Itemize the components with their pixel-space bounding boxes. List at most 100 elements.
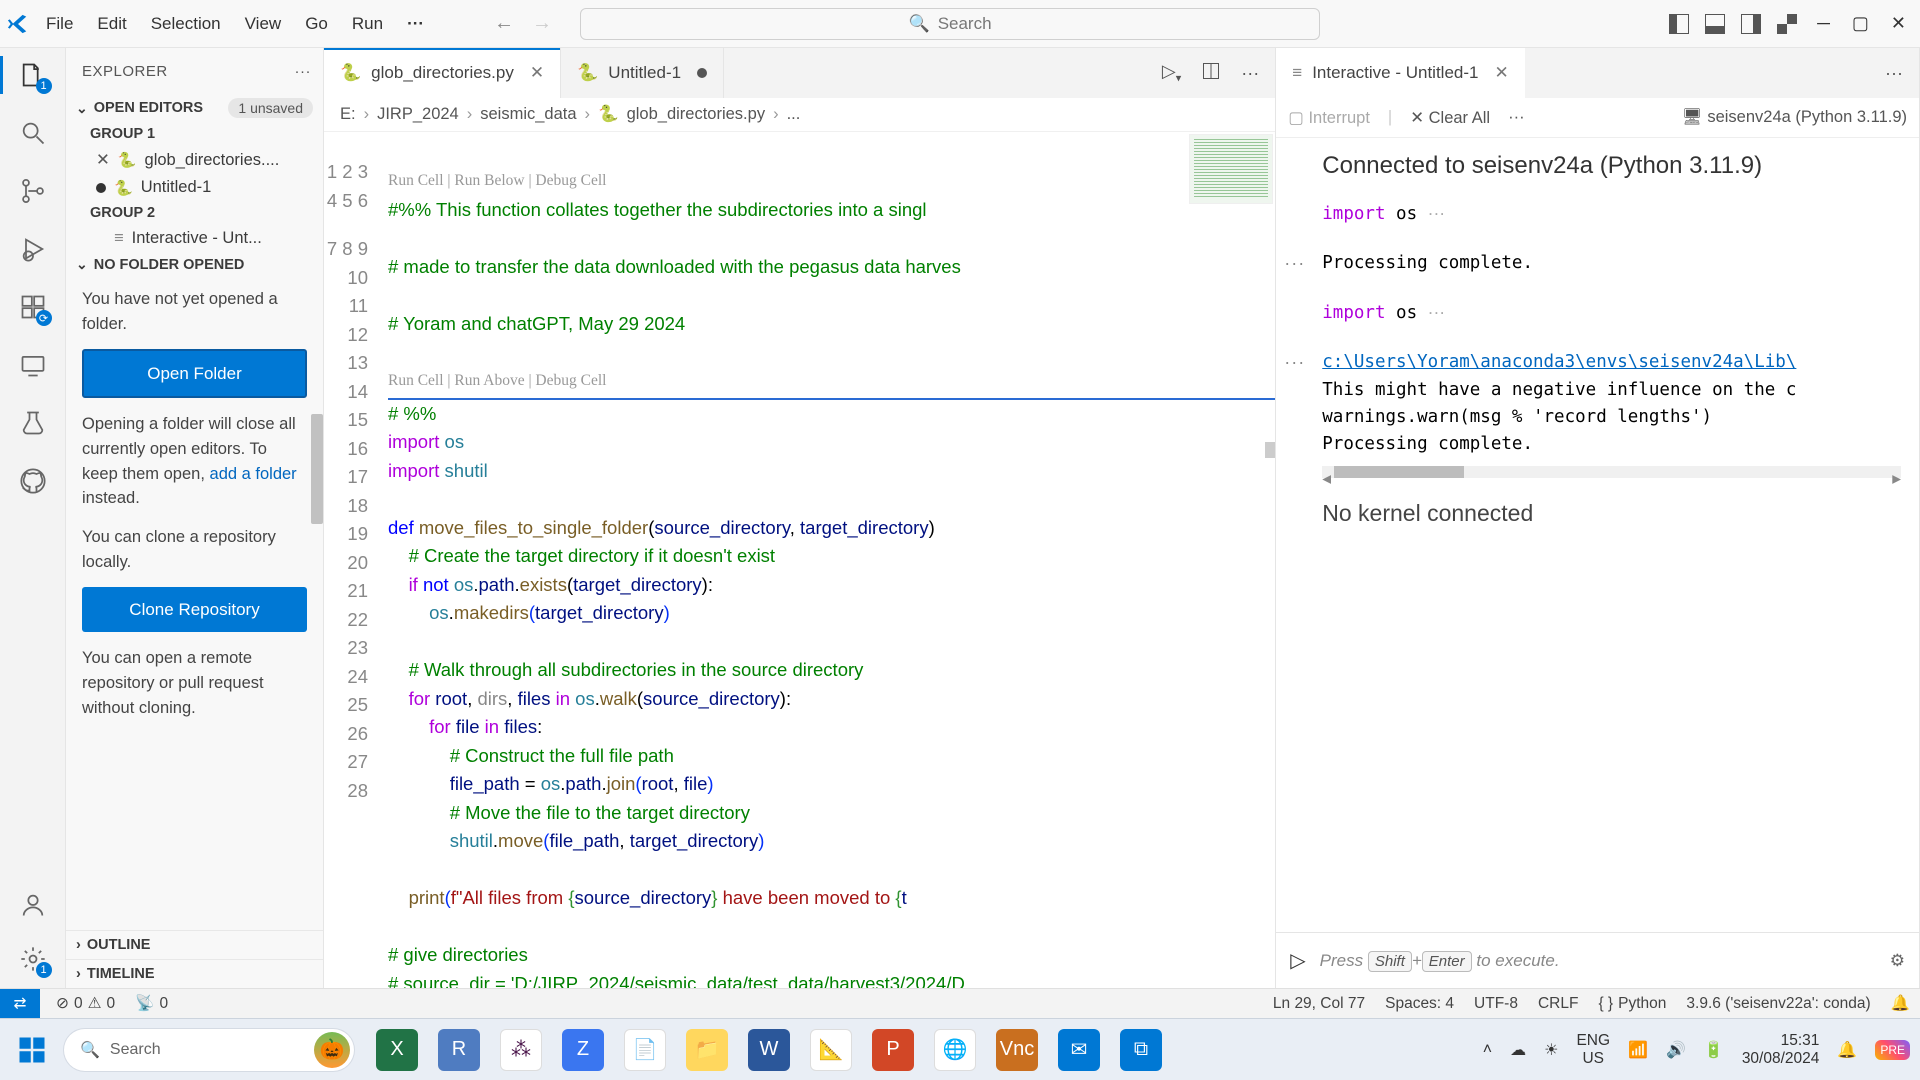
taskbar-search[interactable]: 🔍 Search 🎃 [64,1029,354,1071]
status-cursor-pos[interactable]: Ln 29, Col 77 [1263,995,1375,1013]
toggle-primary-sidebar-icon[interactable] [1669,14,1689,34]
open-editor-glob-directories[interactable]: ✕ 🐍 glob_directories.... [66,146,323,174]
taskbar-rstudio-icon[interactable]: R [438,1029,480,1071]
open-editor-untitled-1[interactable]: 🐍 Untitled-1 [66,174,323,201]
status-interpreter[interactable]: 3.9.6 ('seisenv22a': conda) [1676,995,1880,1013]
warning-path-link[interactable]: c:\Users\Yoram\anaconda3\envs\seisenv24a… [1322,352,1796,372]
activity-settings-icon[interactable]: 1 [18,944,48,974]
menu-view[interactable]: View [235,10,292,38]
sidebar-scrollbar[interactable] [311,414,323,524]
tray-clock[interactable]: 15:3130/08/2024 [1742,1032,1820,1068]
outline-section[interactable]: ›OUTLINE [66,930,323,959]
scroll-right-icon[interactable]: ▸ [1892,465,1901,492]
taskbar-powerpoint-icon[interactable]: P [872,1029,914,1071]
codelens-cell-1[interactable]: Run Cell | Run Below | Debug Cell [388,167,1275,196]
start-button[interactable] [10,1028,54,1072]
code-editor[interactable]: 1 2 3 4 5 6 7 8 9 10 11 12 13 14 15 16 1… [324,132,1275,988]
close-icon[interactable]: ✕ [96,150,110,170]
menu-go[interactable]: Go [295,10,338,38]
tab-untitled-1[interactable]: 🐍 Untitled-1 [561,48,724,98]
activity-scm-icon[interactable] [18,176,48,206]
clear-all-button[interactable]: ✕ Clear All [1410,108,1490,128]
command-center-search[interactable]: 🔍 Search [580,8,1320,40]
expand-icon[interactable]: ··· [1284,349,1305,377]
add-folder-link[interactable]: add a folder [210,465,297,483]
activity-extensions-icon[interactable]: ⟳ [18,292,48,322]
interactive-output[interactable]: Connected to seisenv24a (Python 3.11.9) … [1276,138,1919,932]
toolbar-more-icon[interactable]: ··· [1508,108,1524,127]
tray-weather-icon[interactable]: ☀ [1544,1040,1558,1060]
activity-run-debug-icon[interactable] [18,234,48,264]
tray-copilot-icon[interactable]: PRE [1875,1040,1910,1060]
taskbar-excel-icon[interactable]: X [376,1029,418,1071]
activity-testing-icon[interactable] [18,408,48,438]
activity-explorer-icon[interactable]: 1 [18,60,48,90]
tray-wifi-icon[interactable]: 📶 [1628,1040,1648,1060]
close-tab-icon[interactable]: ✕ [1494,63,1508,83]
breadcrumb-item[interactable]: seismic_data [480,105,576,124]
taskbar-outlook-icon[interactable]: ✉ [1058,1029,1100,1071]
tray-onedrive-icon[interactable]: ☁ [1510,1040,1526,1060]
minimap[interactable] [1189,134,1273,204]
open-editor-interactive[interactable]: ≡ Interactive - Unt... [66,225,323,252]
editor-more-icon[interactable]: ··· [1241,63,1259,84]
remote-indicator[interactable]: ⇄ [0,989,40,1018]
menu-file[interactable]: File [36,10,83,38]
no-folder-header[interactable]: ⌄ NO FOLDER OPENED [66,252,323,277]
open-editors-header[interactable]: ⌄ OPEN EDITORS 1 unsaved [66,94,323,122]
activity-github-icon[interactable] [18,466,48,496]
overview-ruler[interactable] [1265,442,1275,458]
toggle-panel-icon[interactable] [1705,14,1725,34]
activity-accounts-icon[interactable] [18,890,48,920]
menu-selection[interactable]: Selection [141,10,231,38]
open-folder-button[interactable]: Open Folder [82,349,307,399]
tray-language[interactable]: ENGUS [1576,1032,1610,1068]
minimize-icon[interactable]: ─ [1817,13,1830,34]
menu-edit[interactable]: Edit [87,10,136,38]
menu-more[interactable]: ··· [397,10,434,38]
status-eol[interactable]: CRLF [1528,995,1588,1013]
status-ports[interactable]: 📡0 [125,994,178,1013]
clone-repository-button[interactable]: Clone Repository [82,587,307,633]
breadcrumb-item[interactable]: JIRP_2024 [377,105,459,124]
input-settings-icon[interactable]: ⚙ [1890,951,1905,971]
breadcrumb-item[interactable]: E: [340,105,356,124]
tray-volume-icon[interactable]: 🔊 [1666,1040,1686,1060]
tray-notifications-icon[interactable]: 🔔 [1837,1040,1857,1060]
status-language[interactable]: { } Python [1588,995,1676,1013]
sidebar-more-icon[interactable]: ··· [295,63,312,80]
codelens-cell-2[interactable]: Run Cell | Run Above | Debug Cell [388,367,1275,396]
maximize-icon[interactable]: ▢ [1852,13,1869,34]
execute-icon[interactable]: ▷ [1290,948,1305,973]
tab-interactive[interactable]: ≡ Interactive - Untitled-1 ✕ [1276,48,1524,98]
menu-run[interactable]: Run [342,10,393,38]
status-notifications-icon[interactable]: 🔔 [1881,994,1920,1013]
taskbar-vnc-icon[interactable]: Vnc [996,1029,1038,1071]
expand-icon[interactable]: ··· [1284,250,1305,278]
taskbar-vscode-icon[interactable]: ⧉ [1120,1029,1162,1071]
status-indent[interactable]: Spaces: 4 [1375,995,1464,1013]
taskbar-explorer-icon[interactable]: 📁 [686,1029,728,1071]
tray-chevron-icon[interactable]: ˄ [1483,1041,1492,1059]
nav-back-icon[interactable]: ← [494,12,514,35]
code-content[interactable]: Run Cell | Run Below | Debug Cell#%% Thi… [382,132,1275,988]
taskbar-chrome-icon[interactable]: 🌐 [934,1029,976,1071]
breadcrumb-item[interactable]: glob_directories.py [627,105,766,124]
output-hscrollbar[interactable]: ◂▸ [1322,466,1901,478]
breadcrumb-item[interactable]: ... [787,105,801,124]
status-encoding[interactable]: UTF-8 [1464,995,1528,1013]
close-tab-icon[interactable]: ✕ [530,63,544,83]
taskbar-slack-icon[interactable]: ⁂ [500,1029,542,1071]
interactive-input-box[interactable]: ▷ Press Shift+Enter to execute. ⚙ [1276,932,1919,988]
taskbar-matlab-icon[interactable]: 📐 [810,1029,852,1071]
scroll-left-icon[interactable]: ◂ [1322,465,1331,492]
breadcrumb[interactable]: E:› JIRP_2024› seismic_data› 🐍 glob_dire… [324,98,1275,132]
taskbar-zoom-icon[interactable]: Z [562,1029,604,1071]
activity-search-icon[interactable] [18,118,48,148]
interrupt-button[interactable]: ▢ Interrupt [1288,108,1370,128]
tray-battery-icon[interactable]: 🔋 [1704,1040,1724,1060]
interactive-more-icon[interactable]: ··· [1885,63,1903,84]
split-editor-icon[interactable] [1203,63,1219,84]
nav-forward-icon[interactable]: → [532,12,552,35]
customize-layout-icon[interactable] [1777,14,1797,34]
